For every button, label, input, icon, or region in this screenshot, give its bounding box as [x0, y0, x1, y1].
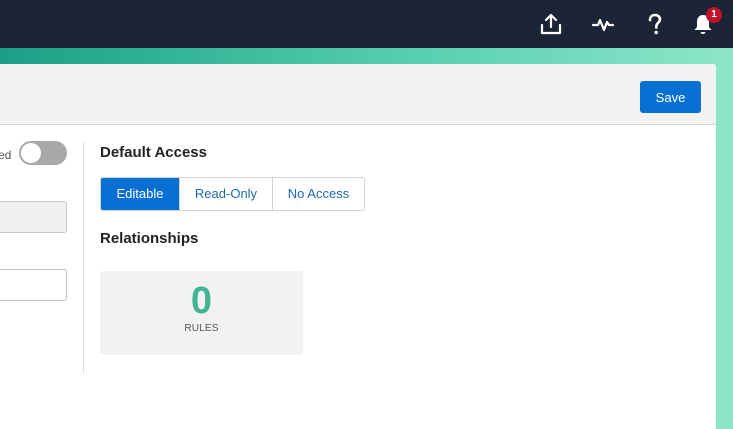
help-button[interactable] [639, 8, 671, 40]
content-panel: Save ed Default Access Editable Read-Onl… [0, 64, 716, 429]
notification-badge: 1 [706, 7, 722, 23]
rules-card[interactable]: 0 RULES [100, 271, 303, 355]
activity-button[interactable] [587, 8, 619, 40]
panel-header: Save [0, 64, 716, 125]
enabled-toggle[interactable] [19, 141, 67, 165]
notifications-button[interactable]: 1 [687, 7, 722, 40]
relationships-title: Relationships [100, 230, 199, 247]
upload-button[interactable] [535, 8, 567, 40]
text-field[interactable] [0, 269, 67, 301]
help-icon [643, 12, 667, 36]
activity-icon [591, 12, 615, 36]
default-access-title: Default Access [100, 144, 207, 161]
upload-icon [539, 12, 563, 36]
disabled-text-field [0, 201, 67, 233]
toggle-knob [21, 143, 41, 163]
rules-label: RULES [184, 323, 219, 334]
top-navigation-bar: 1 [0, 0, 733, 48]
option-read-only[interactable]: Read-Only [180, 178, 273, 210]
option-no-access[interactable]: No Access [273, 178, 364, 210]
save-button[interactable]: Save [640, 81, 701, 113]
option-editable[interactable]: Editable [101, 178, 180, 210]
default-access-selector: Editable Read-Only No Access [100, 177, 365, 211]
column-divider [83, 141, 84, 374]
toggle-label: ed [0, 148, 12, 162]
rules-count: 0 [190, 280, 213, 322]
